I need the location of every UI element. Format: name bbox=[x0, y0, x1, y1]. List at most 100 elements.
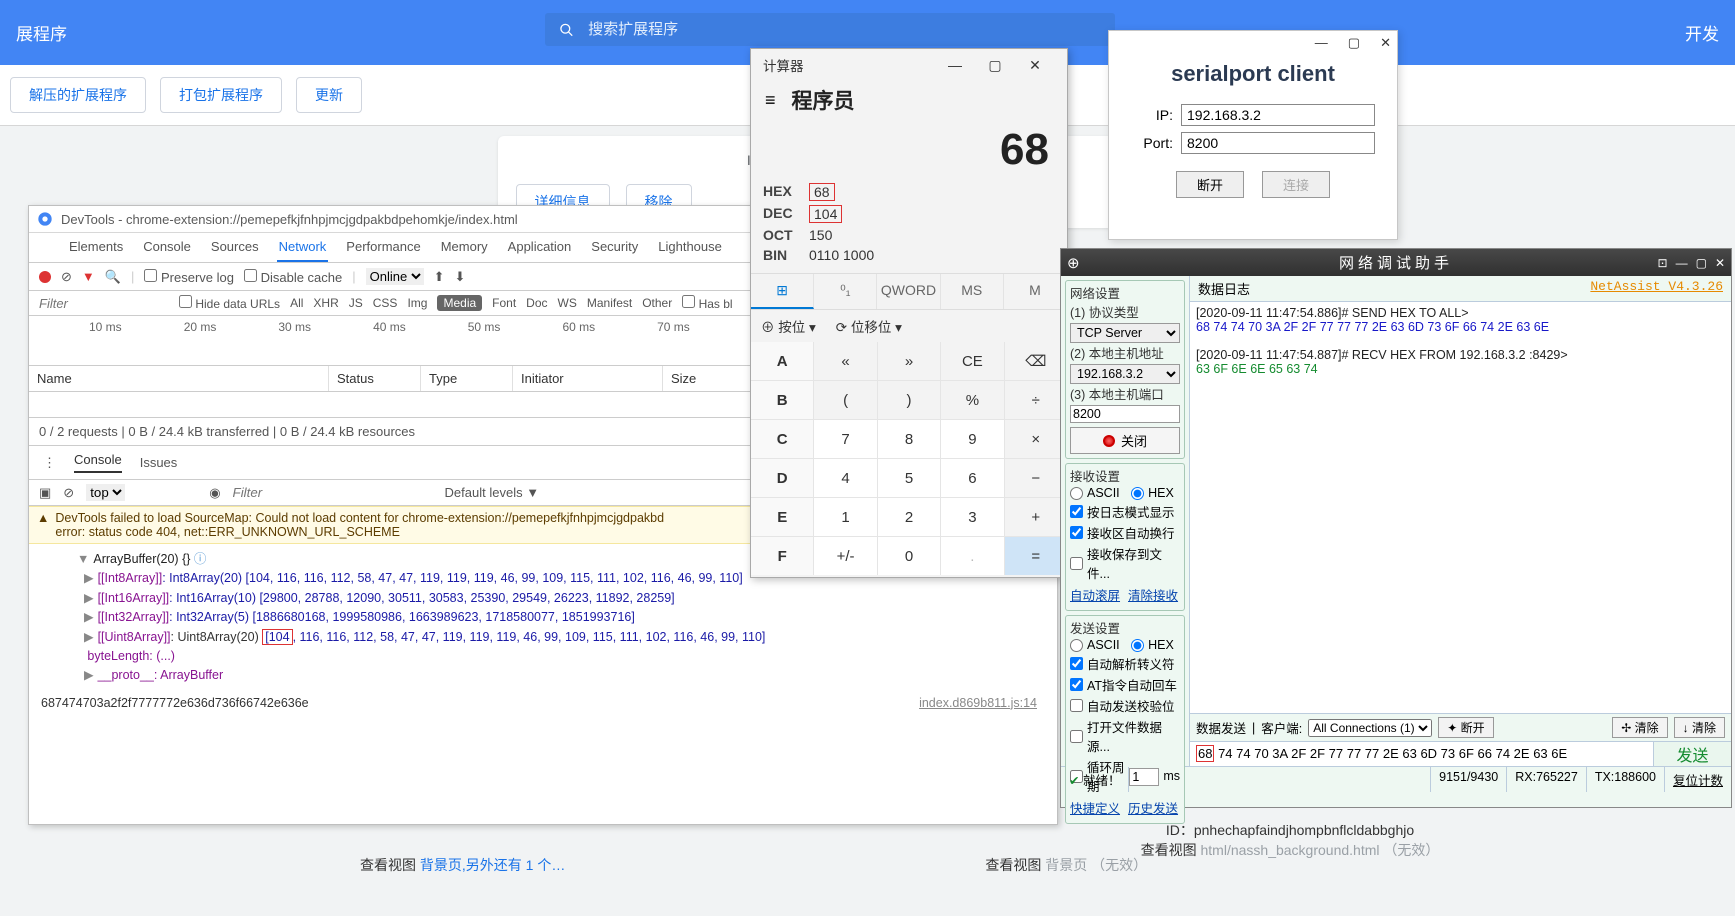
m-button[interactable]: M bbox=[1004, 274, 1067, 309]
tab-lighthouse[interactable]: Lighthouse bbox=[656, 233, 724, 262]
has-blocked[interactable]: Has bl bbox=[682, 295, 732, 311]
connect-button[interactable]: 连接 bbox=[1262, 171, 1330, 198]
bin-label[interactable]: BIN bbox=[763, 247, 799, 263]
key-2[interactable]: 2 bbox=[878, 498, 940, 536]
na-close-icon[interactable]: ✕ bbox=[1715, 256, 1725, 270]
close-button[interactable]: ✕ bbox=[1015, 57, 1055, 74]
tab-network[interactable]: Network bbox=[277, 233, 329, 262]
key-6[interactable]: 6 bbox=[941, 459, 1003, 497]
bg-page-link-1[interactable]: 背景页,另外还有 1 个… bbox=[420, 857, 565, 873]
console-sidebar-icon[interactable]: ▣ bbox=[39, 485, 51, 501]
auto-wrap-check[interactable] bbox=[1070, 526, 1083, 539]
key-1[interactable]: 1 bbox=[814, 498, 876, 536]
chip-manifest[interactable]: Manifest bbox=[587, 296, 632, 310]
col-name[interactable]: Name bbox=[29, 366, 329, 391]
search-icon-2[interactable]: 🔍 bbox=[105, 269, 121, 285]
key-add[interactable]: + bbox=[1005, 498, 1067, 536]
send-ascii-radio[interactable] bbox=[1070, 639, 1083, 652]
chip-doc[interactable]: Doc bbox=[526, 296, 547, 310]
chip-xhr[interactable]: XHR bbox=[313, 296, 338, 310]
file-source-check[interactable] bbox=[1070, 730, 1083, 743]
filter-icon[interactable]: ▼ bbox=[82, 269, 95, 284]
recv-hex-radio[interactable] bbox=[1131, 487, 1144, 500]
bitwise-dropdown[interactable]: ⊕ 按位 ▾ bbox=[761, 316, 816, 336]
filter-input[interactable] bbox=[39, 296, 169, 311]
key-a[interactable]: A bbox=[751, 342, 813, 380]
reset-count-link[interactable]: 复位计数 bbox=[1665, 767, 1731, 792]
console-filter-input[interactable] bbox=[233, 485, 433, 500]
proto-select[interactable]: TCP Server bbox=[1070, 323, 1180, 343]
recv-ascii-radio[interactable] bbox=[1070, 487, 1083, 500]
port-input-na[interactable] bbox=[1070, 405, 1180, 423]
key-b[interactable]: B bbox=[751, 381, 813, 419]
chip-media[interactable]: Media bbox=[437, 295, 482, 311]
download-icon[interactable]: ⬇ bbox=[455, 269, 466, 285]
hide-data-urls[interactable]: Hide data URLs bbox=[179, 295, 280, 311]
key-mul[interactable]: × bbox=[1005, 420, 1067, 458]
chip-all[interactable]: All bbox=[290, 296, 303, 310]
keypad-tab[interactable]: ⊞ bbox=[751, 274, 814, 309]
col-type[interactable]: Type bbox=[421, 366, 513, 391]
key-dot[interactable]: . bbox=[941, 537, 1003, 575]
key-7[interactable]: 7 bbox=[814, 420, 876, 458]
auto-scroll-link[interactable]: 自动滚屏 bbox=[1070, 585, 1120, 604]
chip-ws[interactable]: WS bbox=[558, 296, 577, 310]
chip-img[interactable]: Img bbox=[407, 296, 427, 310]
clear2-btn[interactable]: ↓ 清除 bbox=[1674, 717, 1725, 738]
key-c[interactable]: C bbox=[751, 420, 813, 458]
na-max-icon[interactable]: ▢ bbox=[1696, 256, 1707, 270]
log-mode-check[interactable] bbox=[1070, 505, 1083, 518]
key-rsh[interactable]: » bbox=[878, 342, 940, 380]
key-neg[interactable]: +/- bbox=[814, 537, 876, 575]
chip-other[interactable]: Other bbox=[642, 296, 672, 310]
col-initiator[interactable]: Initiator bbox=[513, 366, 663, 391]
search-box[interactable] bbox=[545, 13, 1115, 46]
tab-console[interactable]: Console bbox=[141, 233, 193, 262]
qword-button[interactable]: QWORD bbox=[877, 274, 940, 309]
load-unpacked-button[interactable]: 解压的扩展程序 bbox=[10, 77, 146, 113]
key-8[interactable]: 8 bbox=[878, 420, 940, 458]
upload-icon[interactable]: ⬆ bbox=[434, 269, 445, 285]
send-text[interactable]: 68 74 74 70 3A 2F 2F 77 77 77 2E 63 6D 7… bbox=[1190, 742, 1653, 766]
key-f[interactable]: F bbox=[751, 537, 813, 575]
search-input[interactable] bbox=[588, 21, 1101, 38]
drawer-menu-icon[interactable]: ⋮ bbox=[43, 455, 56, 471]
bottom-link[interactable]: html/nassh_background.html （无效） bbox=[1201, 842, 1440, 858]
bitshift-dropdown[interactable]: ⟳ 位移位 ▾ bbox=[836, 316, 902, 336]
chip-js[interactable]: JS bbox=[349, 296, 363, 310]
spc-maximize[interactable]: ▢ bbox=[1348, 35, 1360, 51]
col-status[interactable]: Status bbox=[329, 366, 421, 391]
checksum-check[interactable] bbox=[1070, 699, 1083, 712]
key-backspace[interactable]: ⌫ bbox=[1005, 342, 1067, 380]
send-hex-radio[interactable] bbox=[1131, 639, 1144, 652]
console-context-select[interactable]: top bbox=[86, 484, 125, 501]
tab-memory[interactable]: Memory bbox=[439, 233, 490, 262]
at-cr-check[interactable] bbox=[1070, 678, 1083, 691]
key-d[interactable]: D bbox=[751, 459, 813, 497]
tab-application[interactable]: Application bbox=[506, 233, 574, 262]
port-input[interactable] bbox=[1181, 132, 1375, 154]
key-3[interactable]: 3 bbox=[941, 498, 1003, 536]
hist-send-link[interactable]: 历史发送 bbox=[1128, 798, 1178, 817]
tab-performance[interactable]: Performance bbox=[344, 233, 422, 262]
quick-def-link[interactable]: 快捷定义 bbox=[1070, 798, 1120, 817]
throttle-select[interactable]: Online bbox=[366, 268, 424, 285]
key-lparen[interactable]: ( bbox=[814, 381, 876, 419]
key-sub[interactable]: − bbox=[1005, 459, 1067, 497]
conn-select[interactable]: All Connections (1) bbox=[1308, 719, 1432, 737]
drawer-tab-console[interactable]: Console bbox=[74, 452, 122, 473]
log-area[interactable]: [2020-09-11 11:47:54.886]# SEND HEX TO A… bbox=[1190, 302, 1731, 713]
version-link[interactable]: NetAssist V4.3.26 bbox=[1590, 279, 1723, 298]
console-clear-icon[interactable]: ⊘ bbox=[63, 485, 74, 501]
clear-icon[interactable]: ⊘ bbox=[61, 269, 72, 285]
key-5[interactable]: 5 bbox=[878, 459, 940, 497]
console-eye-icon[interactable]: ◉ bbox=[209, 485, 220, 501]
record-button[interactable] bbox=[39, 271, 51, 283]
spc-minimize[interactable]: — bbox=[1315, 35, 1328, 51]
maximize-button[interactable]: ▢ bbox=[975, 57, 1015, 74]
close-conn-button[interactable]: 关闭 bbox=[1070, 427, 1180, 454]
disconn-btn[interactable]: ✦ 断开 bbox=[1438, 717, 1493, 738]
key-div[interactable]: ÷ bbox=[1005, 381, 1067, 419]
host-select[interactable]: 192.168.3.2 bbox=[1070, 364, 1180, 384]
disable-cache[interactable]: Disable cache bbox=[244, 269, 342, 285]
